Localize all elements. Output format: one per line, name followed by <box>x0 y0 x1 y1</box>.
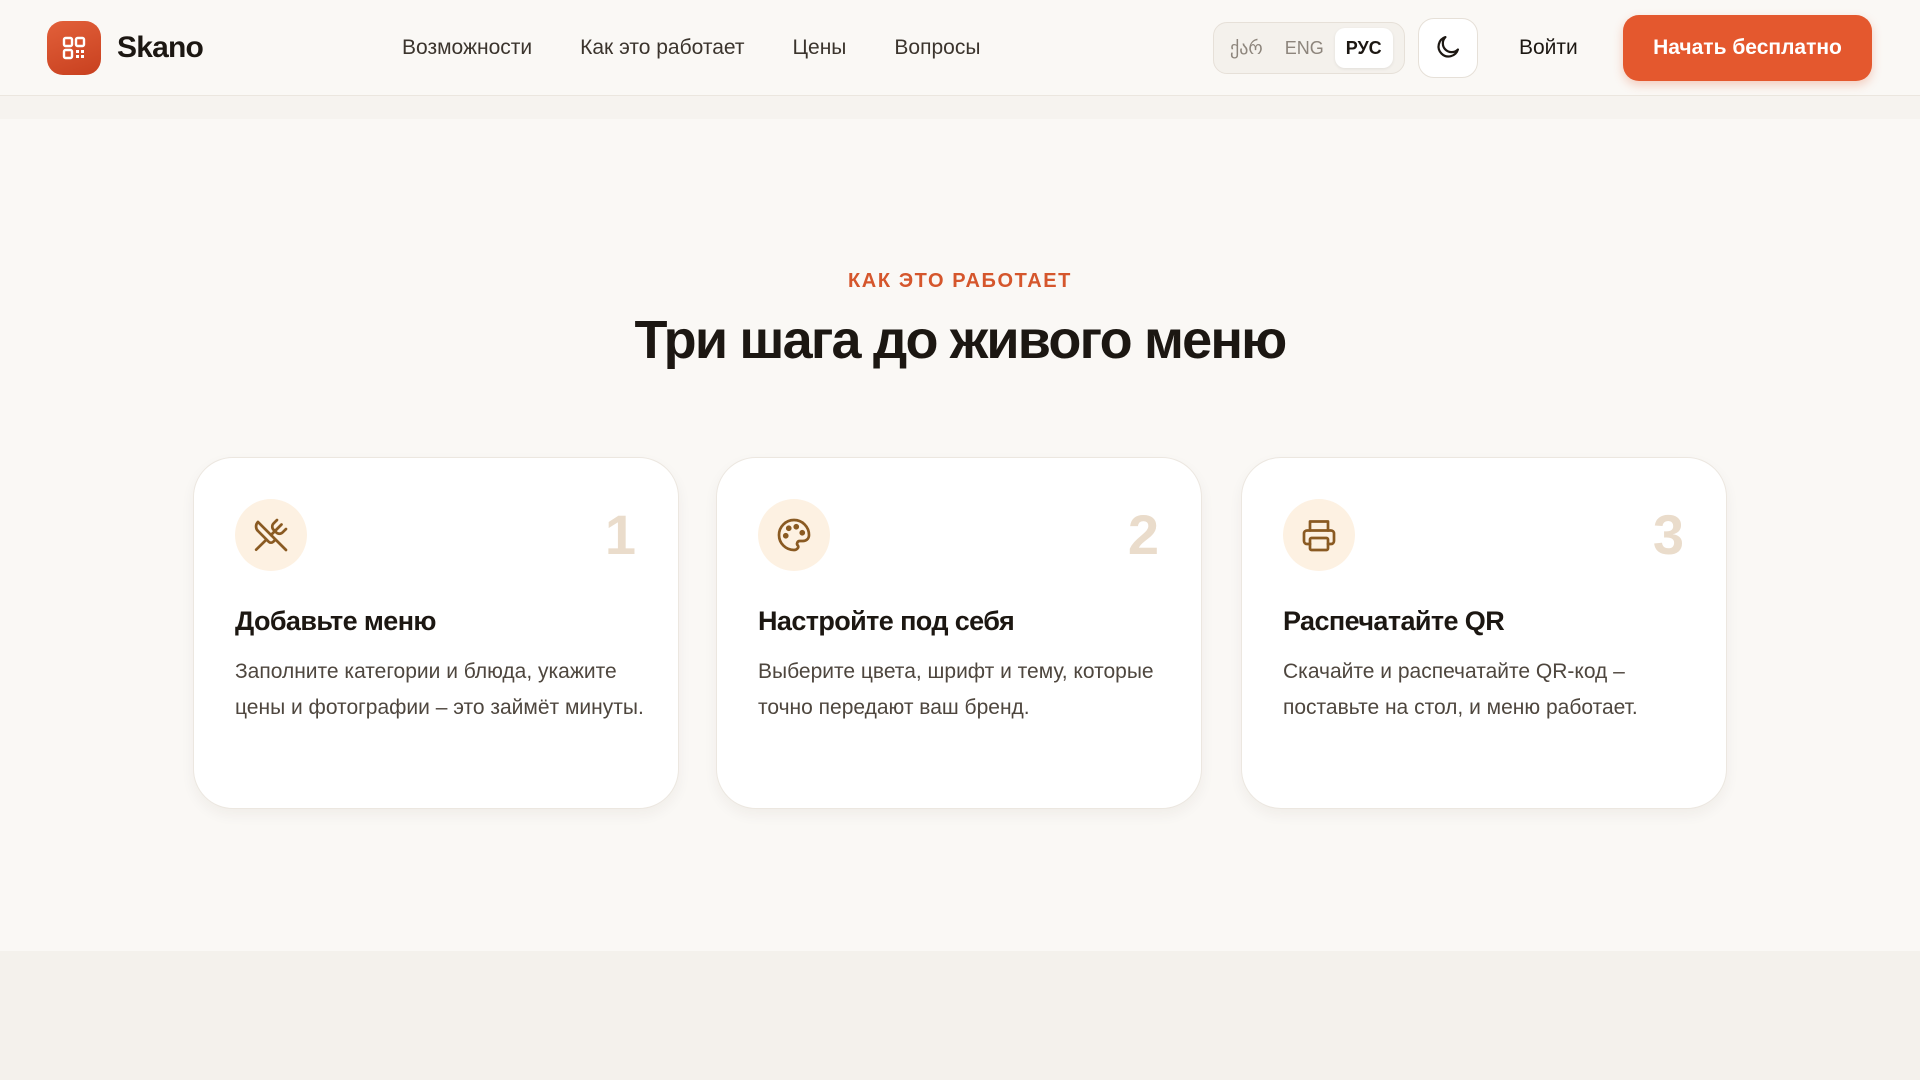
step-card: 2 Настройте под себя Выберите цвета, шри… <box>716 457 1202 809</box>
step-number: 1 <box>604 503 636 566</box>
language-option-ka[interactable]: ქარ <box>1219 28 1274 68</box>
start-free-button[interactable]: Начать бесплатно <box>1623 15 1872 81</box>
step-card: 1 Добавьте меню Заполните категории и бл… <box>193 457 679 809</box>
palette-icon <box>758 499 830 571</box>
step-description: Заполните категории и блюда, укажите цен… <box>235 660 644 719</box>
nav-link-how-it-works[interactable]: Как это работает <box>580 36 744 60</box>
language-option-ru[interactable]: РУС <box>1334 28 1393 68</box>
grid-icon <box>47 21 101 75</box>
language-switcher: ქარ ENG РУС <box>1213 22 1405 74</box>
site-header: Skano Возможности Как это работает Цены … <box>0 0 1920 96</box>
section-title: Три шага до живого меню <box>634 310 1288 370</box>
step-title: Добавьте меню <box>235 606 436 636</box>
moon-icon <box>1434 33 1462 64</box>
nav-link-features[interactable]: Возможности <box>402 36 532 60</box>
main-nav: Возможности Как это работает Цены Вопрос… <box>402 0 1028 96</box>
step-number: 3 <box>1652 503 1684 566</box>
step-title: Настройте под себя <box>758 606 1015 636</box>
step-number: 2 <box>1127 503 1159 566</box>
brand-name: Skano <box>117 31 204 64</box>
login-link[interactable]: Войти <box>1519 0 1578 96</box>
theme-toggle-button[interactable] <box>1418 18 1478 78</box>
step-description: Скачайте и распечатайте QR-код – поставь… <box>1283 660 1638 719</box>
printer-icon <box>1283 499 1355 571</box>
language-option-en[interactable]: ENG <box>1274 28 1335 68</box>
nav-link-pricing[interactable]: Цены <box>793 36 847 60</box>
step-title: Распечатайте QR <box>1283 606 1505 636</box>
how-it-works-section: КАК ЭТО РАБОТАЕТ Три шага до живого меню… <box>0 119 1920 951</box>
step-description: Выберите цвета, шрифт и тему, которые то… <box>758 660 1154 719</box>
logo[interactable]: Skano <box>47 21 204 75</box>
section-eyebrow: КАК ЭТО РАБОТАЕТ <box>848 270 1072 292</box>
utensils-crossed-icon <box>235 499 307 571</box>
nav-link-faq[interactable]: Вопросы <box>894 36 980 60</box>
step-card: 3 Распечатайте QR Скачайте и распечатайт… <box>1241 457 1727 809</box>
next-section-background <box>0 951 1920 1080</box>
